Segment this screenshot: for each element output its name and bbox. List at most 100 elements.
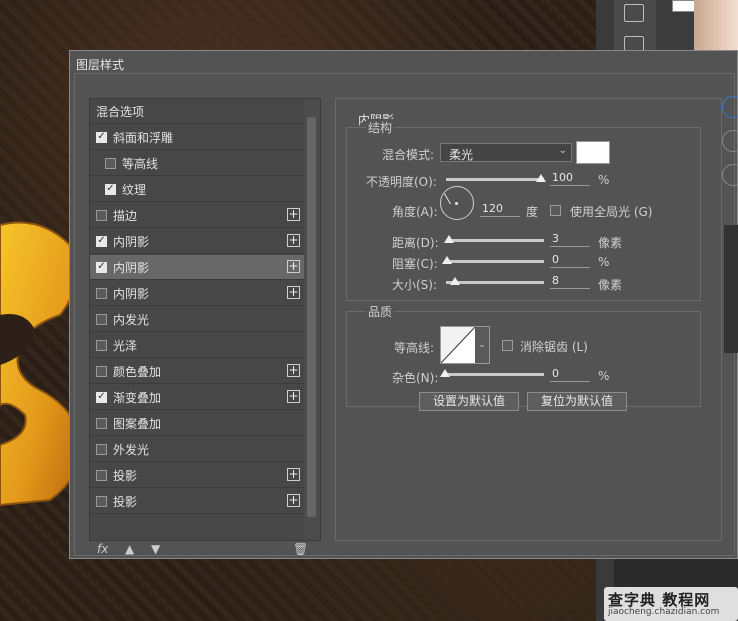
style-list-item[interactable]: 光泽 [90, 333, 304, 358]
add-effect-icon[interactable]: + [287, 494, 300, 507]
arrow-up-icon[interactable]: ▲ [125, 542, 134, 556]
style-item-label: 纹理 [122, 182, 147, 197]
style-checkbox[interactable] [96, 365, 107, 377]
color-gradient-preview [694, 0, 738, 50]
add-effect-icon[interactable]: + [287, 286, 300, 299]
panel-tool-icon[interactable] [624, 4, 644, 22]
opacity-slider-knob[interactable] [536, 174, 546, 182]
noise-slider-track[interactable] [446, 373, 544, 376]
arrow-down-icon[interactable]: ▼ [151, 542, 160, 556]
style-list-item[interactable]: ✓ 内阴影 + [90, 255, 304, 280]
size-input[interactable]: 8 [550, 274, 590, 289]
distance-unit: 像素 [598, 236, 623, 250]
opacity-input[interactable]: 100 [550, 171, 590, 186]
style-item-label: 投影 [113, 468, 138, 483]
anti-alias-checkbox[interactable] [502, 340, 513, 351]
style-list-item[interactable]: 内阴影 + [90, 281, 304, 306]
quality-group [346, 311, 701, 407]
reset-default-button[interactable]: 复位为默认值 [527, 392, 627, 411]
scrollbar-thumb[interactable] [307, 117, 316, 517]
add-effect-icon[interactable]: + [287, 208, 300, 221]
opacity-label: 不透明度(O): [366, 175, 437, 189]
ok-button[interactable] [722, 96, 738, 118]
style-list-item[interactable]: ✓ 纹理 [90, 177, 304, 202]
distance-label: 距离(D): [392, 236, 439, 250]
global-light-label: 使用全局光 (G) [570, 205, 653, 219]
trash-icon[interactable]: 🗑 [293, 542, 308, 556]
angle-input[interactable]: 120 [480, 202, 520, 217]
style-item-label: 等高线 [122, 156, 159, 171]
style-checkbox[interactable] [96, 443, 107, 455]
noise-input[interactable]: 0 [550, 367, 590, 382]
style-list-item[interactable]: 投影 + [90, 489, 304, 514]
add-effect-icon[interactable]: + [287, 390, 300, 403]
style-checkbox[interactable]: ✓ [96, 391, 107, 403]
set-default-button[interactable]: 设置为默认值 [419, 392, 519, 411]
size-slider-track[interactable] [446, 281, 544, 284]
distance-slider-knob[interactable] [444, 235, 454, 243]
cancel-button[interactable] [722, 130, 738, 152]
style-list-item[interactable]: 描边 + [90, 203, 304, 228]
style-checkbox[interactable]: ✓ [96, 261, 107, 273]
distance-input[interactable]: 3 [550, 232, 590, 247]
contour-picker[interactable]: ⌄ [440, 326, 490, 364]
color-swatch[interactable] [672, 0, 696, 12]
choke-unit: % [598, 255, 610, 269]
blend-mode-select[interactable]: 柔光 ⌄ [440, 143, 572, 162]
structure-title: 结构 [366, 119, 395, 136]
style-checkbox[interactable]: ✓ [96, 131, 107, 143]
choke-input[interactable]: 0 [550, 253, 590, 268]
opacity-slider-track[interactable] [446, 178, 544, 181]
choke-slider-track[interactable] [446, 260, 544, 263]
style-list-item[interactable]: ✓ 渐变叠加 + [90, 385, 304, 410]
distance-slider-track[interactable] [446, 239, 544, 242]
dialog-title: 图层样式 [76, 58, 125, 72]
style-checkbox[interactable] [96, 287, 107, 299]
style-checkbox[interactable] [96, 469, 107, 481]
style-checkbox[interactable] [96, 209, 107, 221]
style-checkbox[interactable] [96, 339, 107, 351]
style-list-item[interactable]: 投影 + [90, 463, 304, 488]
style-list-item[interactable]: 内发光 [90, 307, 304, 332]
style-checkbox[interactable] [96, 313, 107, 325]
style-list-item[interactable]: 等高线 [90, 151, 304, 176]
style-checkbox[interactable] [105, 157, 116, 169]
add-effect-icon[interactable]: + [287, 364, 300, 377]
angle-unit: 度 [526, 205, 539, 219]
blending-options-row[interactable]: 混合选项 [90, 99, 304, 124]
add-effect-icon[interactable]: + [287, 234, 300, 247]
style-list-scrollbar[interactable] [304, 99, 320, 540]
add-effect-icon[interactable]: + [287, 260, 300, 273]
add-effect-icon[interactable]: + [287, 468, 300, 481]
global-light-checkbox[interactable] [550, 205, 561, 216]
style-item-label: 描边 [113, 208, 138, 223]
choke-slider-knob[interactable] [442, 256, 452, 264]
blend-mode-label: 混合模式: [382, 148, 435, 162]
new-style-button[interactable] [722, 164, 738, 186]
style-list-item[interactable]: ✓ 内阴影 + [90, 229, 304, 254]
watermark: 查字典 教程网 jiaocheng.chazidian.com [604, 587, 738, 621]
style-checkbox[interactable] [96, 417, 107, 429]
noise-slider-knob[interactable] [440, 369, 450, 377]
style-list-footer: fx ▲ ▼ 🗑 [89, 542, 321, 560]
layer-style-dialog: 图层样式 混合选项 ✓ 斜面和浮雕 等高线 ✓ 纹理 描边 + ✓ 内阴影 + ✓ 内阴影 + 内阴影 + 内… [69, 50, 738, 559]
style-list-item[interactable]: 颜色叠加 + [90, 359, 304, 384]
style-item-label: 内阴影 [113, 260, 150, 275]
blend-mode-value: 柔光 [449, 148, 474, 162]
contour-dropdown[interactable]: ⌄ [475, 327, 489, 363]
style-list-item[interactable]: 外发光 [90, 437, 304, 462]
style-checkbox[interactable]: ✓ [105, 183, 116, 195]
style-item-label: 内阴影 [113, 286, 150, 301]
fx-icon[interactable]: fx [97, 542, 108, 556]
style-list-item[interactable]: 图案叠加 [90, 411, 304, 436]
style-item-label: 颜色叠加 [113, 364, 162, 379]
style-list-item[interactable]: ✓ 斜面和浮雕 [90, 125, 304, 150]
angle-dial[interactable] [440, 186, 474, 220]
style-item-label: 光泽 [113, 338, 138, 353]
style-item-label: 内发光 [113, 312, 150, 327]
style-checkbox[interactable]: ✓ [96, 235, 107, 247]
size-slider-knob[interactable] [450, 277, 460, 285]
style-item-label: 图案叠加 [113, 416, 162, 431]
blend-color-swatch[interactable] [576, 141, 610, 164]
style-checkbox[interactable] [96, 495, 107, 507]
